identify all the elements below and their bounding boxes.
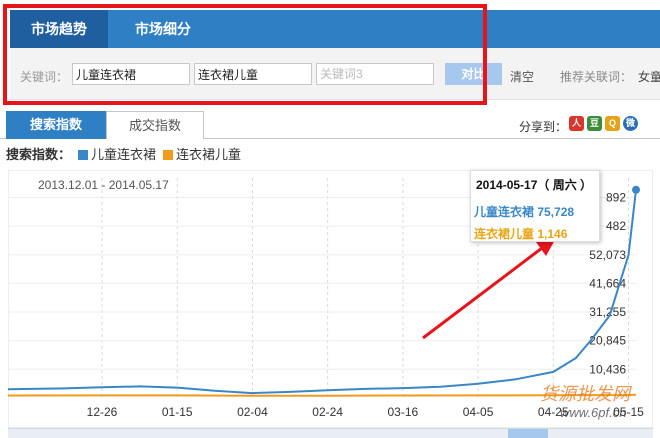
watermark-url: www.6pf.cn [560,405,627,420]
recommend-label: 推荐关联词： [560,70,633,84]
qzone-icon[interactable]: Q [605,116,620,131]
keyword-input-3[interactable] [316,63,434,85]
keyword-input-1[interactable] [72,63,190,85]
tab-search-index[interactable]: 搜索指数 [6,111,106,139]
scroll-thumb[interactable] [508,429,548,438]
x-tick-label: 01-15 [162,405,193,419]
chart-scrollbar[interactable] [8,428,653,438]
keyword-row: 关键词： 对比 清空 推荐关联词： 女童连 [10,48,660,100]
series-point-last [632,185,640,194]
legend-title: 搜索指数： [6,147,72,162]
renren-icon[interactable]: 人 [569,116,584,131]
tab-market-segment[interactable]: 市场细分 [108,10,218,48]
x-tick-label: 04-05 [463,405,494,419]
sina-icon[interactable]: 微 [623,116,638,131]
legend-label-s1[interactable]: 儿童连衣裙 [91,147,156,162]
tooltip-date: 2014-05-17（ 周六 ） [476,178,593,192]
share-label: 分享到： [518,120,567,134]
x-tick-label: 03-16 [387,405,418,419]
y-tick-label: 892 [606,191,626,205]
market-trend-panel: 市场趋势 市场细分 关键词： 对比 清空 推荐关联词： 女童连 搜索指数 成交指… [0,0,660,438]
top-tab-bar: 市场趋势 市场细分 [10,10,660,48]
y-tick-label: 52,073 [589,248,626,262]
chart-tooltip: 2014-05-17（ 周六 ） 儿童连衣裙 75,728 连衣裙儿童 1,14… [470,170,600,242]
date-range-label: 2013.12.01 - 2014.05.17 [38,178,169,192]
clear-link[interactable]: 清空 [510,68,534,85]
douban-icon[interactable]: 豆 [587,116,602,131]
recommend-keyword[interactable]: 女童连 [638,68,660,85]
legend-swatch-s1 [78,150,89,160]
keyword-input-2[interactable] [194,63,312,85]
keyword-label: 关键词： [20,70,69,84]
x-tick-label: 12-26 [87,405,118,419]
y-tick-label: 482 [606,219,626,233]
tooltip-series1: 儿童连衣裙 75,728 [474,205,575,219]
x-tick-label: 02-04 [237,405,268,419]
index-subtabs: 搜索指数 成交指数 分享到： 人 豆 Q 微 [0,110,660,139]
tooltip-series2: 连衣裙儿童 1,146 [474,227,568,241]
tab-market-trend[interactable]: 市场趋势 [10,10,108,48]
legend-label-s2[interactable]: 连衣裙儿童 [176,147,241,162]
y-tick-label: 10,436 [589,362,626,376]
watermark-logo: 货源批发网 [540,384,630,405]
compare-button[interactable]: 对比 [445,63,502,85]
legend-swatch-s2 [163,150,174,160]
x-tick-label: 02-24 [312,405,343,419]
chart-legend: 搜索指数： 儿童连衣裙 连衣裙儿童 [6,146,241,164]
tab-deal-index[interactable]: 成交指数 [106,111,204,139]
